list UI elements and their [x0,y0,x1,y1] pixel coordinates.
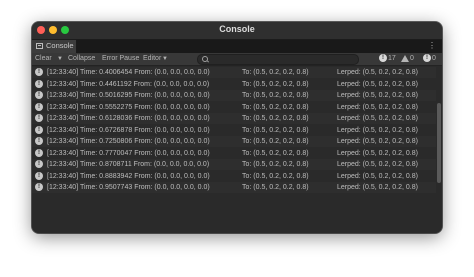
log-to: To: (0.5, 0.2, 0.2, 0.8) [242,80,309,88]
log-lerped: Lerped: (0.5, 0.2, 0.2, 0.8) [337,115,418,122]
log-to: To: (0.5, 0.2, 0.2, 0.8) [242,161,309,168]
log-to: To: (0.5, 0.2, 0.2, 0.8) [242,126,309,134]
log-message: [12:33:40] Time: 0.6726878 From: (0.0, 0… [47,126,210,134]
error-counter[interactable]: ! 0 [423,54,436,64]
log-row[interactable]: ! [12:33:40] Time: 0.6128036 From: (0.0,… [32,113,436,124]
info-icon: ! [35,68,43,76]
log-to: To: (0.5, 0.2, 0.2, 0.8) [242,184,309,191]
info-icon: ! [35,79,43,88]
console-tab-icon [36,43,43,49]
info-count: 17 [388,55,396,62]
info-counter[interactable]: ! 17 [379,54,396,64]
chevron-down-icon[interactable]: ▼ [162,55,168,63]
search-input[interactable] [197,54,359,65]
warning-icon [401,54,409,62]
log-row[interactable]: ! [12:33:40] Time: 0.5552275 From: (0.0,… [32,101,436,113]
scrollbar-thumb[interactable] [437,103,441,183]
title-bar: Console [32,22,442,40]
log-to: To: (0.5, 0.2, 0.2, 0.8) [242,69,309,76]
log-to: To: (0.5, 0.2, 0.2, 0.8) [242,138,309,145]
tab-label: Console [46,41,74,50]
log-to: To: (0.5, 0.2, 0.2, 0.8) [242,103,309,111]
warning-count: 0 [410,55,414,62]
toolbar: Clear ▼ Collapse Error Pause Editor ▼ ! 1… [32,53,442,66]
log-row[interactable]: ! [12:33:40] Time: 0.8883942 From: (0.0,… [32,170,436,182]
log-lerped: Lerped: (0.5, 0.2, 0.2, 0.8) [337,138,418,145]
log-row[interactable]: ! [12:33:40] Time: 0.8708711 From: (0.0,… [32,159,436,170]
error-count: 0 [432,55,436,62]
scrollbar[interactable] [436,66,442,233]
log-lerped: Lerped: (0.5, 0.2, 0.2, 0.8) [337,149,418,157]
search-icon [202,56,208,62]
log-row[interactable]: ! [12:33:40] Time: 0.4006454 From: (0.0,… [32,67,436,78]
log-to: To: (0.5, 0.2, 0.2, 0.8) [242,115,309,122]
log-lerped: Lerped: (0.5, 0.2, 0.2, 0.8) [337,69,418,76]
log-row[interactable]: ! [12:33:40] Time: 0.7770047 From: (0.0,… [32,147,436,159]
chevron-down-icon[interactable]: ▼ [57,55,63,63]
log-lerped: Lerped: (0.5, 0.2, 0.2, 0.8) [337,161,418,168]
log-lerped: Lerped: (0.5, 0.2, 0.2, 0.8) [337,103,418,111]
info-icon: ! [35,102,43,111]
info-icon: ! [35,137,43,145]
tab-bar: Console ⋮ [32,40,442,53]
info-icon: ! [35,148,43,157]
log-row[interactable]: ! [12:33:40] Time: 0.5016295 From: (0.0,… [32,90,436,101]
log-lerped: Lerped: (0.5, 0.2, 0.2, 0.8) [337,126,418,134]
log-message: [12:33:40] Time: 0.4006454 From: (0.0, 0… [47,69,210,76]
log-to: To: (0.5, 0.2, 0.2, 0.8) [242,172,309,180]
info-icon: ! [35,91,43,99]
console-window: Console Console ⋮ Clear ▼ Collapse Error… [32,22,442,233]
info-icon: ! [35,171,43,180]
log-to: To: (0.5, 0.2, 0.2, 0.8) [242,92,309,99]
log-lerped: Lerped: (0.5, 0.2, 0.2, 0.8) [337,80,418,88]
log-lerped: Lerped: (0.5, 0.2, 0.2, 0.8) [337,92,418,99]
collapse-button[interactable]: Collapse [68,54,95,64]
log-row[interactable]: ! [12:33:40] Time: 0.7250806 From: (0.0,… [32,136,436,147]
error-icon: ! [423,54,431,63]
warning-counter[interactable]: 0 [401,54,414,64]
log-to: To: (0.5, 0.2, 0.2, 0.8) [242,149,309,157]
log-row[interactable]: ! [12:33:40] Time: 0.6726878 From: (0.0,… [32,124,436,136]
log-lerped: Lerped: (0.5, 0.2, 0.2, 0.8) [337,172,418,180]
log-message: [12:33:40] Time: 0.5016295 From: (0.0, 0… [47,92,210,99]
log-row[interactable]: ! [12:33:40] Time: 0.4461192 From: (0.0,… [32,78,436,90]
window-title: Console [219,24,255,34]
log-message: [12:33:40] Time: 0.9507743 From: (0.0, 0… [47,184,210,191]
log-message: [12:33:40] Time: 0.4461192 From: (0.0, 0… [47,80,210,88]
log-lerped: Lerped: (0.5, 0.2, 0.2, 0.8) [337,184,418,191]
log-message: [12:33:40] Time: 0.5552275 From: (0.0, 0… [47,103,210,111]
tab-console[interactable]: Console [32,40,77,53]
info-icon: ! [35,125,43,134]
log-message: [12:33:40] Time: 0.7770047 From: (0.0, 0… [47,149,210,157]
log-row[interactable]: ! [12:33:40] Time: 0.9507743 From: (0.0,… [32,182,436,193]
log-message: [12:33:40] Time: 0.7250806 From: (0.0, 0… [47,138,210,145]
editor-button[interactable]: Editor [143,54,161,64]
more-options-icon[interactable]: ⋮ [428,41,436,51]
info-icon: ! [35,160,43,168]
clear-button[interactable]: Clear [35,54,52,64]
log-message: [12:33:40] Time: 0.8883942 From: (0.0, 0… [47,172,210,180]
error-pause-button[interactable]: Error Pause [102,54,139,64]
log-message: [12:33:40] Time: 0.6128036 From: (0.0, 0… [47,115,210,122]
log-message: [12:33:40] Time: 0.8708711 From: (0.0, 0… [47,161,210,168]
info-icon: ! [35,114,43,122]
info-icon: ! [35,183,43,191]
info-icon: ! [379,54,387,63]
log-list[interactable]: ! [12:33:40] Time: 0.4006454 From: (0.0,… [32,66,436,233]
